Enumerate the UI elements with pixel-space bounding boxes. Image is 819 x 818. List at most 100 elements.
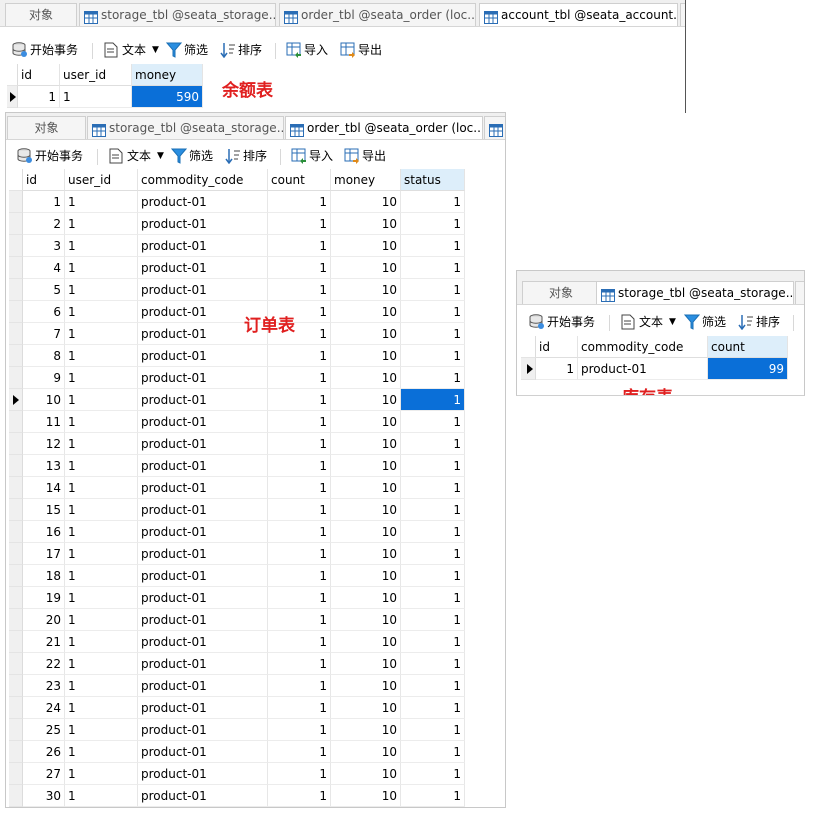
tab-storage-tbl[interactable]: storage_tbl @seata_storage... [87,116,284,139]
table-cell[interactable]: 30 [23,785,65,807]
row-header[interactable] [9,543,23,565]
table-cell[interactable]: 26 [23,741,65,763]
table-cell[interactable]: 1 [65,301,138,323]
table-cell[interactable]: product-01 [138,785,268,807]
table-cell[interactable]: product-01 [138,411,268,433]
column-header[interactable]: commodity_code [578,336,708,358]
row-header[interactable] [7,86,18,108]
row-header[interactable] [9,521,23,543]
table-cell[interactable]: 1 [401,521,465,543]
row-header[interactable] [9,323,23,345]
table-cell[interactable]: 10 [331,763,401,785]
tab-order-tbl[interactable]: order_tbl @seata_order (loc... [285,116,483,139]
table-cell[interactable]: 1 [65,697,138,719]
table-cell[interactable]: 16 [23,521,65,543]
table-cell[interactable]: 1 [401,675,465,697]
table-cell[interactable]: 9 [23,367,65,389]
table-cell[interactable]: product-01 [138,697,268,719]
table-cell[interactable]: 10 [23,389,65,411]
table-cell[interactable]: 8 [23,345,65,367]
row-header[interactable] [521,358,536,380]
table-cell[interactable]: 1 [65,433,138,455]
table-cell[interactable]: 1 [268,411,331,433]
table-cell[interactable]: 1 [401,631,465,653]
table-cell[interactable]: 10 [331,455,401,477]
row-header[interactable] [9,631,23,653]
row-header[interactable] [9,345,23,367]
table-cell[interactable]: 1 [65,719,138,741]
table-cell[interactable]: 22 [23,653,65,675]
table-cell[interactable]: 1 [401,389,465,411]
table-cell[interactable]: 1 [401,653,465,675]
table-cell[interactable]: 1 [23,191,65,213]
tab-objects[interactable]: 对象 [522,281,600,304]
import-button[interactable]: 导入 [291,147,339,165]
table-cell[interactable]: product-01 [138,719,268,741]
table-cell[interactable]: 1 [65,389,138,411]
table-cell[interactable]: product-01 [138,345,268,367]
table-cell[interactable]: 10 [331,653,401,675]
table-cell[interactable]: 1 [401,257,465,279]
table-cell[interactable]: product-01 [138,191,268,213]
table-cell[interactable]: 1 [65,191,138,213]
column-header[interactable]: count [708,336,788,358]
table-cell[interactable]: 1 [18,86,60,108]
table-cell[interactable]: 1 [65,653,138,675]
table-cell[interactable]: 11 [23,411,65,433]
table-cell[interactable]: 10 [331,675,401,697]
text-view-button[interactable]: 文本 ▼ [621,313,679,331]
table-cell[interactable]: 1 [268,719,331,741]
table-cell[interactable]: 10 [331,279,401,301]
table-cell[interactable]: 13 [23,455,65,477]
table-cell[interactable]: product-01 [138,543,268,565]
row-header[interactable] [9,411,23,433]
table-cell[interactable]: 1 [268,389,331,411]
column-header[interactable]: status [401,169,465,191]
table-cell[interactable]: 590 [132,86,203,108]
table-cell[interactable]: 10 [331,631,401,653]
table-cell[interactable]: product-01 [138,367,268,389]
table-cell[interactable]: 1 [65,609,138,631]
table-cell[interactable]: 10 [331,543,401,565]
table-cell[interactable]: 23 [23,675,65,697]
table-cell[interactable]: product-01 [138,257,268,279]
table-cell[interactable]: 1 [401,609,465,631]
row-header[interactable] [9,301,23,323]
table-cell[interactable]: 10 [331,345,401,367]
table-cell[interactable]: 10 [331,367,401,389]
table-cell[interactable]: 1 [268,477,331,499]
tab-overflow[interactable] [795,281,804,304]
table-cell[interactable]: product-01 [138,609,268,631]
table-cell[interactable]: 1 [401,301,465,323]
table-cell[interactable]: 1 [65,213,138,235]
begin-transaction-button[interactable]: 开始事务 [17,147,89,165]
row-header[interactable] [9,609,23,631]
table-cell[interactable]: 1 [65,367,138,389]
import-button[interactable]: 导入 [286,41,334,59]
sort-button[interactable]: 排序 [738,313,786,331]
column-header[interactable]: money [331,169,401,191]
table-cell[interactable]: 1 [401,323,465,345]
table-cell[interactable]: 1 [65,279,138,301]
table-cell[interactable]: 19 [23,587,65,609]
table-cell[interactable]: 10 [331,587,401,609]
table-cell[interactable]: 1 [268,785,331,807]
table-cell[interactable]: 1 [536,358,578,380]
row-header[interactable] [9,235,23,257]
row-header[interactable] [9,653,23,675]
export-button[interactable]: 导出 [340,41,388,59]
table-cell[interactable]: 21 [23,631,65,653]
sort-button[interactable]: 排序 [220,41,268,59]
table-cell[interactable]: 1 [65,499,138,521]
row-header[interactable] [9,389,23,411]
column-header[interactable]: money [132,64,203,86]
table-cell[interactable]: 1 [401,433,465,455]
table-cell[interactable]: 10 [331,191,401,213]
column-header[interactable]: commodity_code [138,169,268,191]
table-cell[interactable]: 1 [65,587,138,609]
table-cell[interactable]: 1 [401,741,465,763]
filter-button[interactable]: 筛选 [165,41,214,59]
filter-button[interactable]: 筛选 [683,313,732,331]
table-cell[interactable]: 10 [331,609,401,631]
table-cell[interactable]: 1 [65,323,138,345]
